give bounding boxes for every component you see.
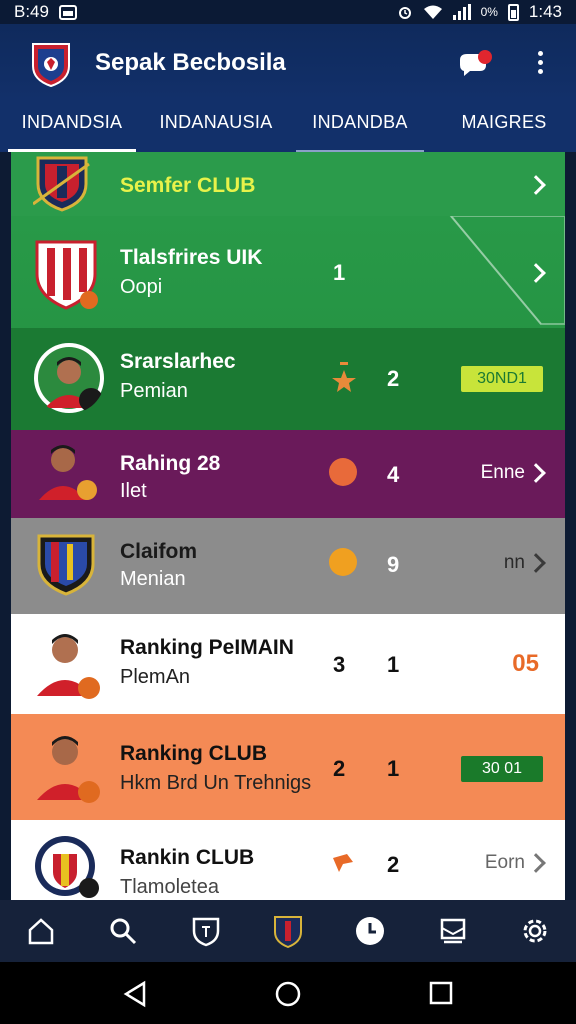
battery-icon [507,3,519,21]
search-icon[interactable] [106,914,140,948]
chevron-right-icon [526,463,546,483]
player-name: Srarslarhec [120,350,236,373]
list-item-semfer-club[interactable]: Semfer CLUB [11,152,565,216]
tab-bar: INDANDSIA INDANAUSIA INDANDBA MAIGRES [0,100,576,152]
recents-icon[interactable] [428,980,454,1006]
club-name: Rankin CLUB [120,846,255,869]
rank-value: 1 [387,756,400,781]
app-logo-icon[interactable] [30,40,72,88]
status-time-right: 1:43 [528,2,562,21]
settings-icon[interactable] [518,914,552,948]
player-avatar [34,343,104,413]
club-crest-icon [33,156,90,212]
rank-value: 2 [387,366,400,391]
wifi-icon [423,5,442,19]
player-subtitle: Pemian [120,380,188,402]
score-pill: 30ND1 [461,366,543,392]
player-name: Rahing 28 [120,452,221,475]
player-avatar [37,736,100,803]
app-title: Sepak Becbosila [95,49,286,76]
list-item-ranking-club[interactable]: Ranking CLUB Hkm Brd Un Trehnigs 2 1 30 … [11,714,565,820]
alarm-icon [398,7,411,19]
list-item-srarslarhec[interactable]: Srarslarhec Pemian 2 30ND1 [11,328,565,430]
ranking-list: Semfer CLUB Tlalsfrires UIK Oopi 1 Srars… [11,152,565,900]
status-icon [329,548,357,576]
player-subtitle: PlemAn [120,666,191,688]
back-icon[interactable] [122,980,148,1008]
player-subtitle: Ilet [120,480,147,502]
club-crest-icon[interactable] [271,914,305,948]
list-item-claifom[interactable]: Claifom Menian 9 nn [11,518,565,614]
club-crest-icon [35,836,99,898]
player-avatar [37,634,100,699]
club-subtitle: Hkm Brd Un Trehnigs [120,772,312,794]
chat-notification-icon[interactable] [458,50,492,78]
row-trailing-text: Enne [480,462,525,483]
club-name: Semfer CLUB [120,174,256,197]
club-name: Ranking CLUB [120,742,267,765]
played-value: 2 [333,756,346,781]
row-trailing-text: nn [503,552,525,573]
chevron-right-icon [526,553,546,573]
club-crest-icon [35,240,98,310]
flag-icon [333,854,353,872]
club-name: Claifom [120,540,198,563]
system-navigation [0,962,576,1024]
status-bar: B:49 0% 1:43 [0,0,576,24]
rank-value: 1 [387,652,400,677]
list-item-ranking-pemain[interactable]: Ranking PeIMAIN PlemAn 3 1 05 [11,614,565,714]
home-circle-icon[interactable] [274,980,302,1008]
rank-value: 1 [333,260,346,285]
signal-icon [452,4,471,20]
gallery-notification-icon [58,4,77,20]
chevron-right-icon [526,175,546,195]
chevron-right-icon [526,853,546,873]
rank-value: 4 [387,462,400,487]
row-trailing-text: Eorn [484,852,525,873]
player-name: Ranking PeIMAIN [120,636,294,659]
score-pill: 30 01 [461,756,543,782]
club-crest-icon [37,534,95,596]
tab-indandba[interactable]: INDANDBA [288,100,432,152]
club-subtitle: Oopi [120,276,163,298]
played-value: 3 [333,652,346,677]
battery-percent: 0% [480,5,498,19]
shield-icon[interactable] [189,914,223,948]
list-item-tlalsfrires[interactable]: Tlalsfrires UIK Oopi 1 [11,216,565,328]
club-subtitle: Menian [120,568,186,590]
clock-icon[interactable] [353,914,387,948]
rank-value: 2 [387,852,400,877]
list-item-rahing[interactable]: Rahing 28 Ilet 4 Enne [11,430,565,518]
home-icon[interactable] [24,914,58,948]
app-bar: Sepak Becbosila [0,24,576,100]
chevron-right-icon [526,263,546,283]
more-options-icon[interactable] [530,51,550,81]
bottom-navigation [0,900,576,962]
tab-maigres[interactable]: MAIGRES [432,100,576,152]
club-name: Tlalsfrires UIK [120,246,263,269]
tab-indanausia[interactable]: INDANAUSIA [144,100,288,152]
status-icon [329,458,357,486]
score-value: 05 [512,650,539,677]
rank-value: 9 [387,552,400,577]
club-subtitle: Tlamoletea [120,876,219,898]
tab-indandsia[interactable]: INDANDSIA [0,100,144,152]
inbox-icon[interactable] [436,914,470,948]
status-time-left: B:49 [14,2,49,21]
player-avatar [39,445,97,500]
star-icon [332,362,356,392]
list-item-rankin-club[interactable]: Rankin CLUB Tlamoletea 2 Eorn [11,820,565,900]
